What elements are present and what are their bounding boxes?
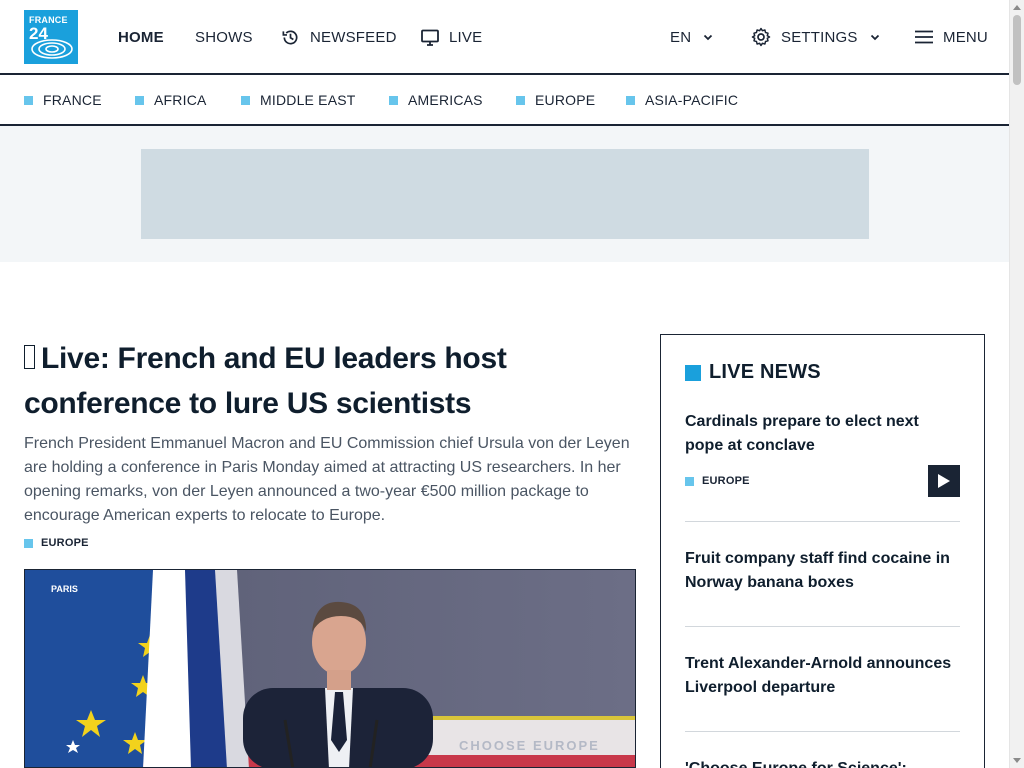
top-navigation: FRANCE 24 HOME SHOWS NEWSFEED LIVE EN SE…	[0, 0, 1009, 75]
nav-newsfeed-label: NEWSFEED	[310, 28, 397, 46]
ad-zone	[0, 126, 1009, 262]
hamburger-icon	[915, 30, 933, 44]
menu-label: MENU	[943, 28, 988, 46]
divider	[685, 521, 960, 522]
chevron-down-icon	[703, 34, 713, 41]
ad-banner-placeholder[interactable]	[141, 149, 869, 239]
region-marker	[389, 95, 398, 105]
hero-location-caption: PARIS	[51, 584, 78, 594]
live-news-item-title[interactable]: Fruit company staff find cocaine in Norw…	[685, 547, 960, 595]
hero-banner-text: CHOOSE EUROPE	[459, 738, 600, 753]
region-link-france[interactable]: FRANCE	[24, 92, 102, 108]
language-selector[interactable]: EN	[670, 26, 713, 48]
vertical-scrollbar[interactable]	[1009, 0, 1024, 768]
region-label: AFRICA	[154, 92, 207, 108]
scrollbar-thumb[interactable]	[1013, 15, 1021, 85]
language-label: EN	[670, 28, 692, 46]
nav-newsfeed-link[interactable]: NEWSFEED	[281, 26, 397, 48]
nav-shows-link[interactable]: SHOWS	[195, 26, 253, 48]
live-news-panel: LIVE NEWS Cardinals prepare to elect nex…	[660, 334, 985, 768]
divider	[685, 731, 960, 732]
settings-label: SETTINGS	[781, 28, 858, 46]
tag-label: EUROPE	[702, 475, 750, 487]
region-label: ASIA-PACIFIC	[645, 92, 739, 108]
live-news-item-tag[interactable]: EUROPE	[685, 475, 750, 487]
page: FRANCE 24 HOME SHOWS NEWSFEED LIVE EN SE…	[0, 0, 1009, 768]
region-label: AMERICAS	[408, 92, 483, 108]
main-headline-text: Live: French and EU leaders host confere…	[24, 342, 507, 420]
region-label: FRANCE	[43, 92, 102, 108]
nav-live-link[interactable]: LIVE	[421, 26, 482, 48]
live-news-marker	[685, 364, 701, 381]
play-icon	[938, 474, 950, 488]
region-link-africa[interactable]: AFRICA	[135, 92, 207, 108]
history-icon	[281, 28, 300, 47]
live-news-item-title[interactable]: Cardinals prepare to elect next pope at …	[685, 410, 960, 458]
region-marker	[516, 95, 525, 105]
nav-live-label: LIVE	[449, 28, 483, 46]
gear-icon	[751, 27, 771, 47]
main-article-tag[interactable]: EUROPE	[24, 537, 89, 549]
hero-photo: PARIS CHOOSE EUROPE	[25, 570, 635, 767]
live-news-title: LIVE NEWS	[709, 361, 821, 383]
live-icon	[24, 345, 35, 369]
play-video-button[interactable]	[928, 465, 960, 497]
main-headline-link[interactable]: Live: French and EU leaders host confere…	[24, 336, 636, 426]
live-news-heading: LIVE NEWS	[685, 361, 821, 384]
region-link-americas[interactable]: AMERICAS	[389, 92, 483, 108]
region-marker	[241, 95, 250, 105]
logo-wave-icon	[31, 39, 73, 59]
tag-marker	[685, 476, 694, 486]
nav-home-label: HOME	[118, 28, 164, 46]
region-marker	[24, 95, 33, 105]
scroll-down-icon[interactable]	[1013, 758, 1021, 763]
region-link-middle-east[interactable]: MIDDLE EAST	[241, 92, 356, 108]
nav-home-link[interactable]: HOME	[118, 26, 164, 48]
region-marker	[626, 95, 635, 105]
main-summary: French President Emmanuel Macron and EU …	[24, 435, 630, 524]
tag-marker	[24, 538, 33, 548]
menu-button[interactable]: MENU	[915, 26, 988, 48]
region-navigation: FRANCE AFRICA MIDDLE EAST AMERICAS EUROP…	[0, 75, 1009, 126]
region-label: EUROPE	[535, 92, 596, 108]
divider	[685, 626, 960, 627]
region-label: MIDDLE EAST	[260, 92, 356, 108]
scroll-up-icon[interactable]	[1013, 5, 1021, 10]
nav-shows-label: SHOWS	[195, 28, 253, 46]
live-news-item-title[interactable]: 'Choose Europe for Science':	[685, 757, 960, 768]
chevron-down-icon	[870, 34, 880, 41]
settings-dropdown[interactable]: SETTINGS	[751, 26, 880, 48]
region-link-europe[interactable]: EUROPE	[516, 92, 595, 108]
region-marker	[135, 95, 144, 105]
tv-monitor-icon	[421, 29, 439, 46]
tag-label: EUROPE	[41, 537, 89, 549]
region-link-asia-pacific[interactable]: ASIA-PACIFIC	[626, 92, 738, 108]
france24-logo[interactable]: FRANCE 24	[24, 10, 78, 64]
hero-image[interactable]: PARIS CHOOSE EUROPE	[24, 569, 636, 768]
live-news-item-title[interactable]: Trent Alexander-Arnold announces Liverpo…	[685, 652, 960, 700]
